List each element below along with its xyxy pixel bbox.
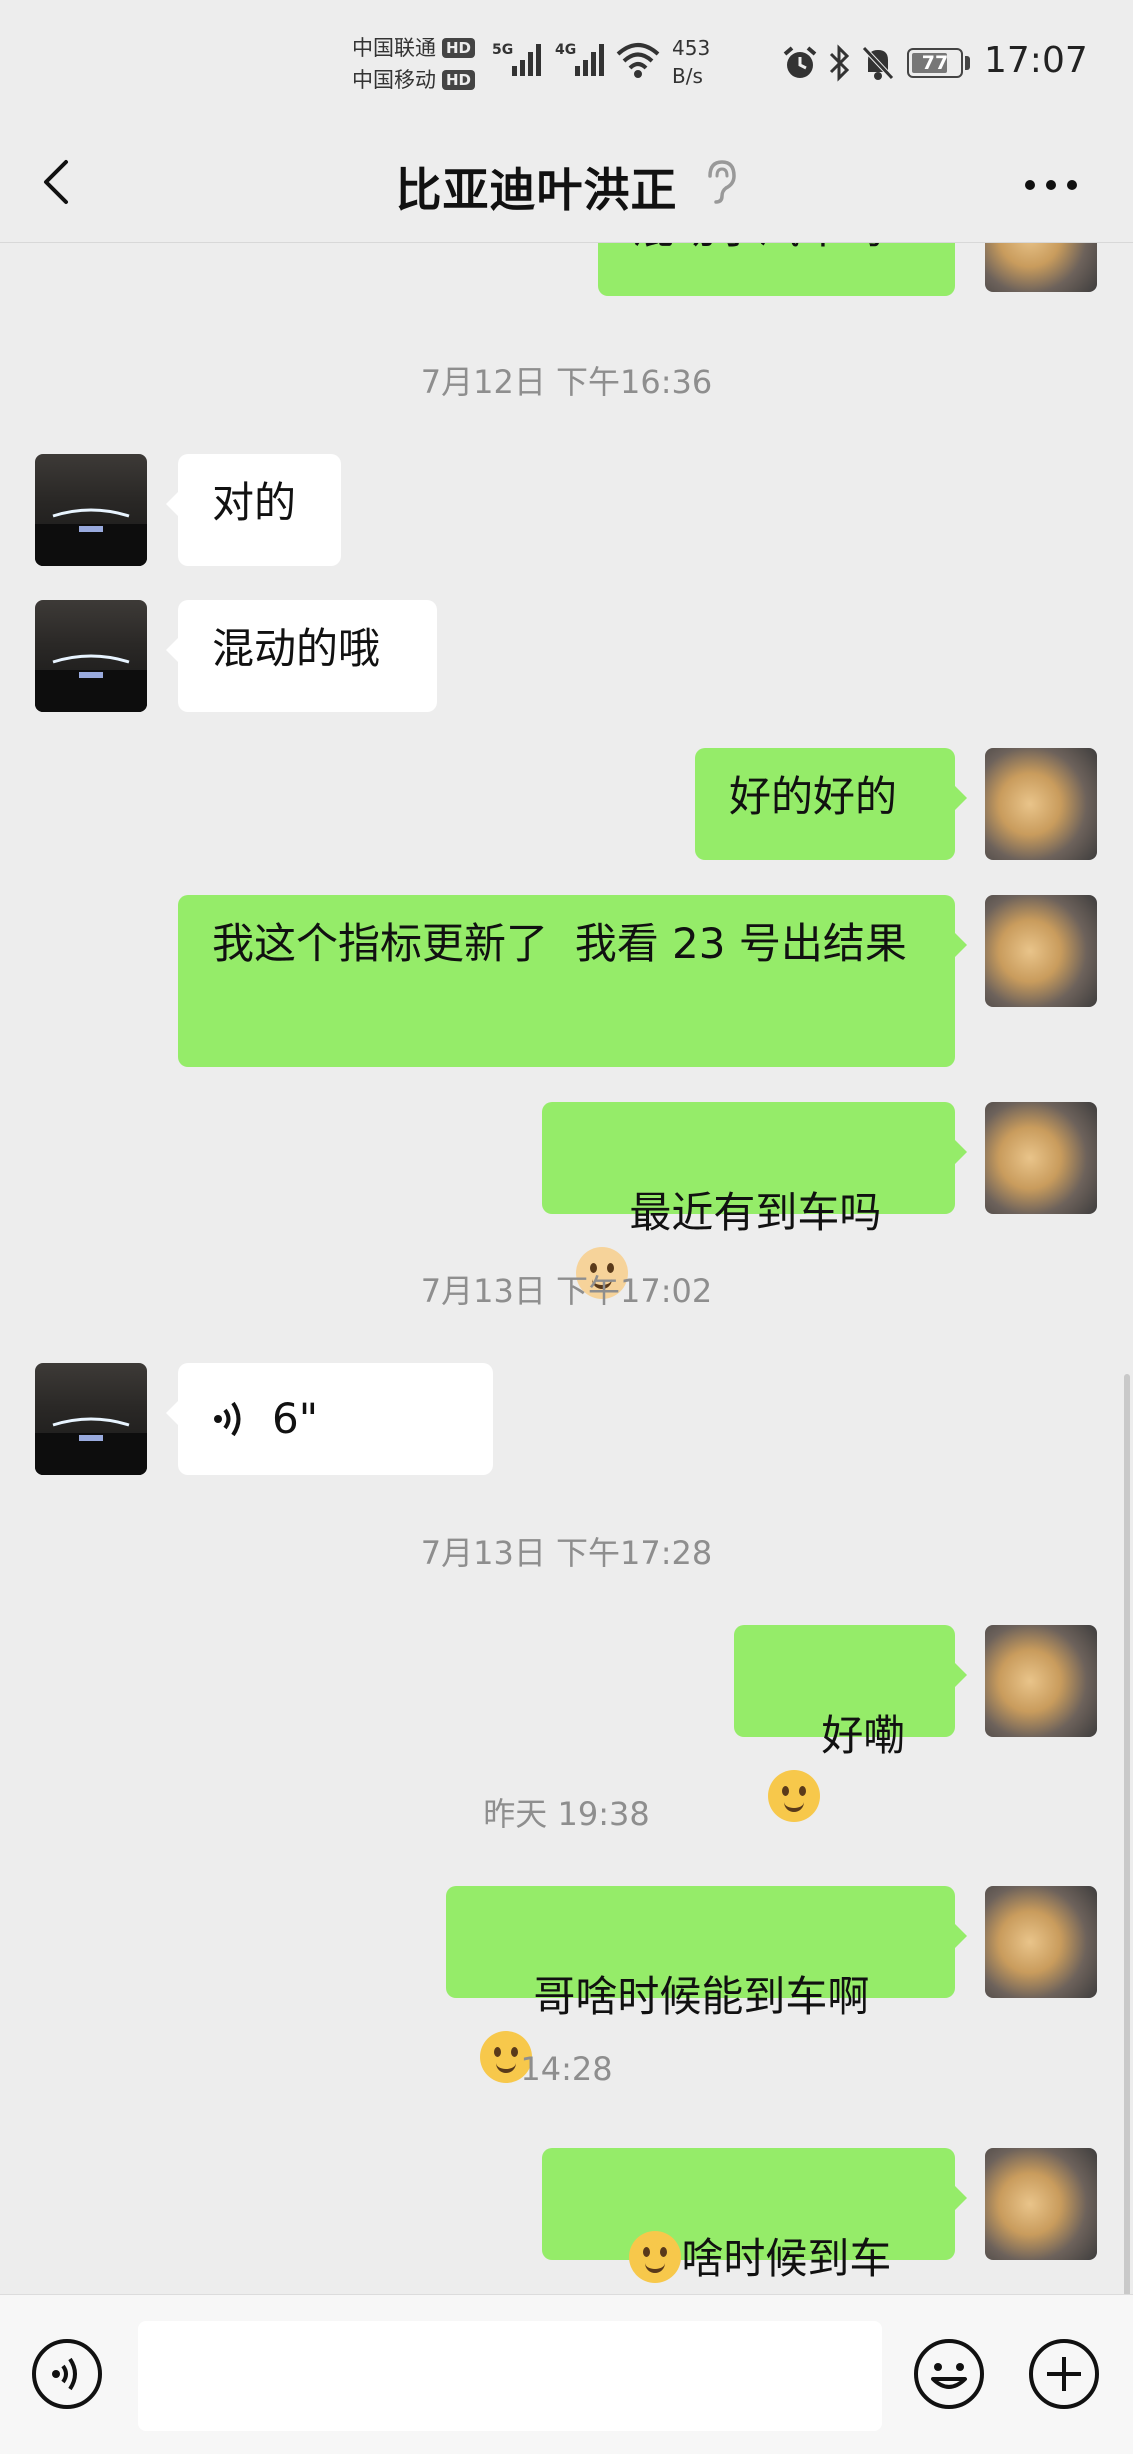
my-avatar[interactable] <box>985 2148 1097 2260</box>
battery-icon: 77 <box>907 48 963 78</box>
my-avatar[interactable] <box>985 748 1097 860</box>
message-bubble-sent[interactable]: 最近有到车吗 <box>542 1102 967 1299</box>
timestamp: 7月12日 下午16:36 <box>420 363 713 401</box>
message-bubble-sent[interactable]: 啥时候到车啊 <box>542 2148 967 2283</box>
carrier-1: 中国联通 <box>352 36 436 60</box>
bluetooth-icon <box>829 44 850 82</box>
carrier-2: 中国移动 <box>352 68 436 92</box>
carrier-info: 中国联通 HD 中国移动 HD <box>352 32 476 96</box>
voice-input-icon[interactable] <box>30 2337 104 2411</box>
speed-unit: B/s <box>672 64 703 88</box>
speed-value: 453 <box>672 36 711 60</box>
message-text: 哥啥时候能到车啊 <box>533 1972 870 2021</box>
network-speed: 453 B/s <box>672 34 710 90</box>
voice-wave-icon <box>214 1401 241 1437</box>
signal-icon: 4G <box>555 42 604 76</box>
timestamp: 7月13日 下午17:02 <box>420 1272 713 1310</box>
signal-icon: 5G <box>492 42 541 76</box>
car-photo <box>35 508 147 566</box>
my-avatar[interactable] <box>985 895 1097 1007</box>
message-bubble-sent[interactable]: 混动小汽车吗 <box>598 242 955 296</box>
input-bar <box>0 2294 1133 2454</box>
voice-duration: 6" <box>272 1394 319 1443</box>
message-text: 最近有到车吗 <box>629 1188 882 1237</box>
message-text: 好嘞 <box>821 1711 906 1760</box>
hd-badge-2: HD <box>442 70 476 90</box>
contact-avatar[interactable] <box>35 454 147 566</box>
more-icon[interactable] <box>1016 160 1086 210</box>
message-bubble-sent[interactable]: 好嘞 <box>734 1625 967 1822</box>
battery-percent: 77 <box>921 52 949 74</box>
emoji-icon[interactable] <box>912 2337 986 2411</box>
message-text: 啥时候到车啊 <box>681 2234 892 2283</box>
contact-avatar[interactable] <box>35 1363 147 1475</box>
net-type-1: 5G <box>492 42 513 58</box>
message-bubble-received[interactable]: 对的 <box>166 454 341 566</box>
chat-header: 比亚迪叶洪正 <box>0 130 1133 243</box>
alarm-icon <box>783 46 817 78</box>
status-bar: 中国联通 HD 中国移动 HD 5G 4G 453 B/s 77 17:07 <box>0 0 1133 130</box>
battery-cap <box>965 56 970 70</box>
car-photo <box>35 1417 147 1475</box>
scrollbar[interactable] <box>1124 1374 1130 2294</box>
message-input[interactable] <box>138 2321 882 2431</box>
my-avatar[interactable] <box>985 1625 1097 1737</box>
chat-title: 比亚迪叶洪正 <box>395 163 678 217</box>
ear-icon <box>708 160 736 204</box>
message-bubble-sent[interactable]: 哥啥时候能到车啊 <box>446 1886 967 2083</box>
plus-icon[interactable] <box>1027 2337 1101 2411</box>
hd-badge-1: HD <box>442 38 476 58</box>
clock: 17:07 <box>984 40 1088 81</box>
timestamp: 14:28 <box>520 2050 613 2088</box>
car-photo <box>35 654 147 712</box>
timestamp: 7月13日 下午17:28 <box>420 1534 713 1572</box>
voice-message-bubble[interactable]: 6" <box>166 1363 493 1475</box>
my-avatar[interactable] <box>985 242 1097 292</box>
message-bubble-received[interactable]: 混动的哦 <box>166 600 437 712</box>
message-bubble-sent[interactable]: 好的好的 <box>695 748 967 860</box>
timestamp: 昨天 19:38 <box>483 1795 650 1833</box>
contact-avatar[interactable] <box>35 600 147 712</box>
net-type-2: 4G <box>555 42 576 58</box>
message-list[interactable]: 混动小汽车吗 7月12日 下午16:36 对的 混动的哦 好的好的 我这个指标更… <box>0 242 1133 2294</box>
wifi-icon <box>616 43 660 78</box>
my-avatar[interactable] <box>985 1886 1097 1998</box>
message-bubble-sent[interactable]: 我这个指标更新了 我看 23 号出结果 <box>178 895 967 1067</box>
mute-bell-icon <box>862 46 894 80</box>
crying-emoji <box>629 2231 682 2283</box>
my-avatar[interactable] <box>985 1102 1097 1214</box>
